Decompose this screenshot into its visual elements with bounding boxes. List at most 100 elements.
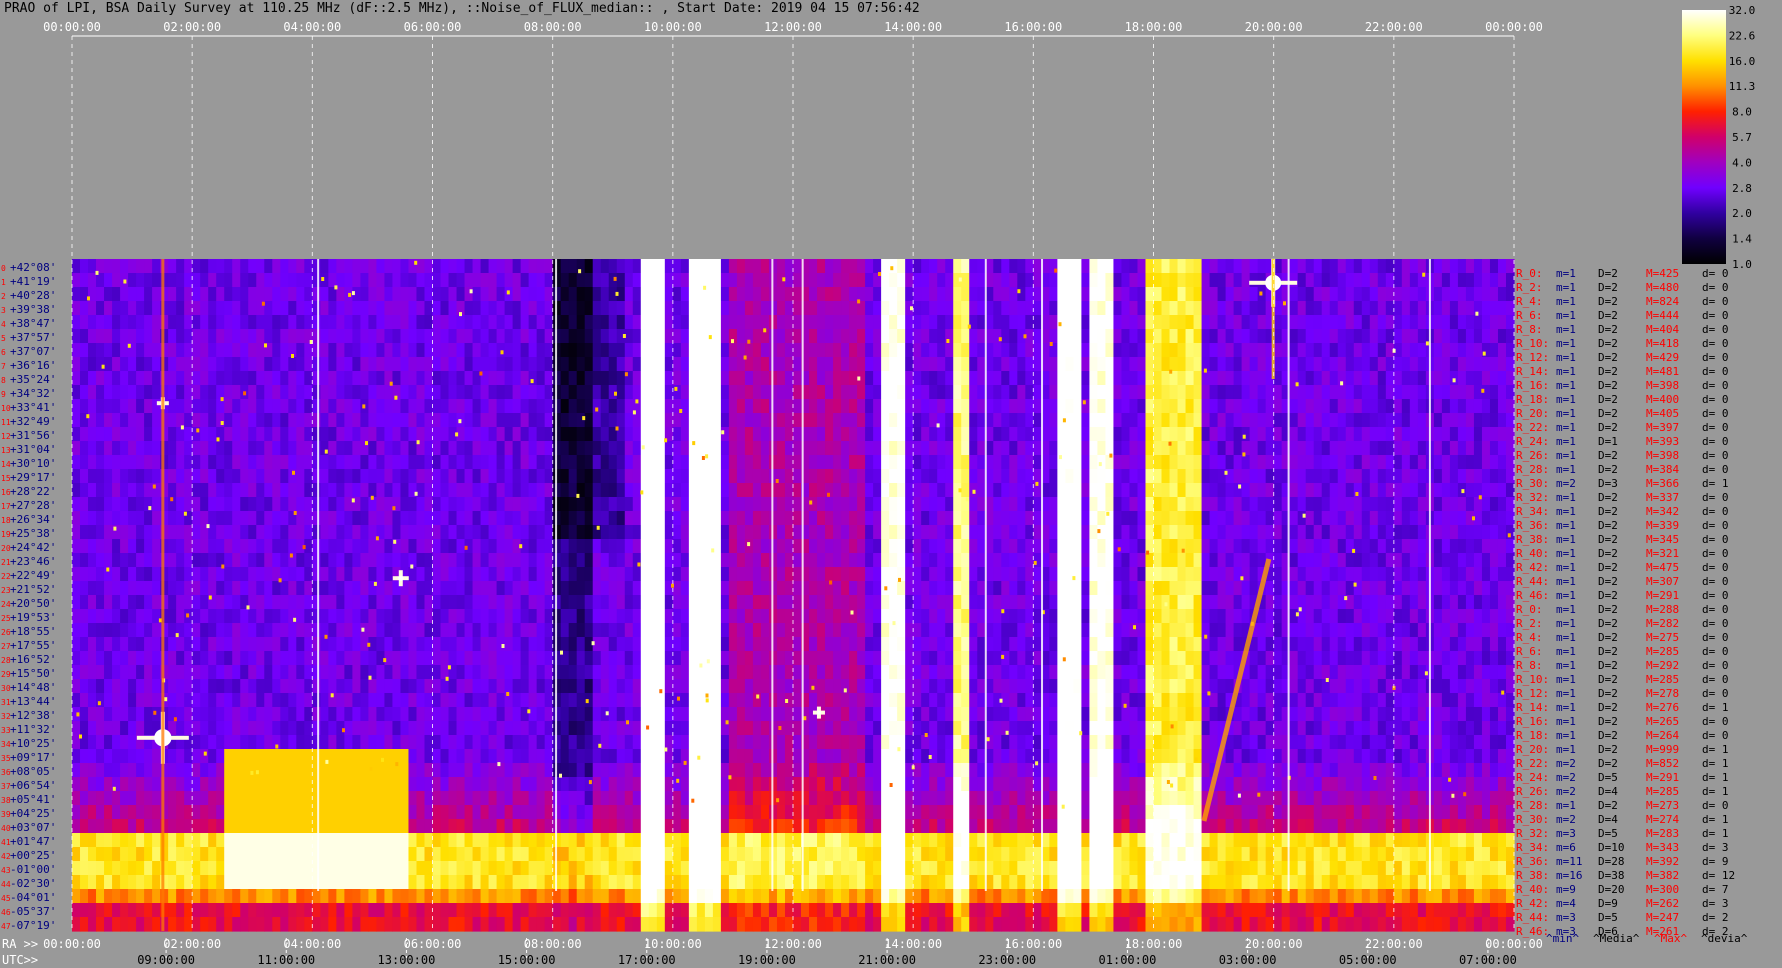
heatmap-cell <box>672 259 682 274</box>
heatmap-cell <box>496 399 506 414</box>
heatmap-cell <box>1497 497 1507 512</box>
heatmap-cell <box>1409 357 1419 372</box>
heatmap-cell <box>784 273 794 288</box>
heatmap-cell <box>136 539 145 554</box>
heatmap-cell <box>1033 469 1042 484</box>
heatmap-cell <box>648 357 658 372</box>
heatmap-cell <box>937 483 946 498</box>
heatmap-cell <box>1465 273 1475 288</box>
heatmap-cell <box>328 343 337 358</box>
heatmap-cell <box>1377 399 1387 414</box>
heatmap-cell <box>504 273 514 288</box>
heatmap-cell <box>256 357 265 372</box>
heatmap-cell <box>544 357 554 372</box>
heatmap-cell <box>1457 315 1467 330</box>
heatmap-cell <box>720 273 730 288</box>
heatmap-cell <box>929 413 938 428</box>
heatmap-cell <box>1353 385 1363 400</box>
heatmap-cell <box>897 441 906 456</box>
heatmap-cell <box>1153 455 1163 470</box>
heatmap-cell <box>696 441 706 456</box>
heatmap-cell <box>696 259 706 274</box>
heatmap-cell <box>1177 455 1187 470</box>
heatmap-cell <box>1505 609 1515 624</box>
heatmap-cell <box>1241 595 1251 610</box>
heatmap-cell <box>1489 399 1499 414</box>
heatmap-cell <box>392 259 402 274</box>
heatmap-cell <box>1089 427 1099 442</box>
heatmap-cell <box>1409 609 1419 624</box>
heatmap-cell <box>392 623 402 638</box>
heatmap-cell <box>1129 511 1139 526</box>
heatmap-cell <box>560 399 570 414</box>
heatmap-cell <box>1001 497 1010 512</box>
heatmap-cell <box>360 259 370 274</box>
heatmap-cell <box>1177 329 1187 344</box>
heatmap-cell <box>256 637 265 652</box>
heatmap-cell <box>528 399 538 414</box>
heatmap-cell <box>1329 343 1339 358</box>
heatmap-cell <box>809 413 818 428</box>
heatmap-cell <box>744 343 754 358</box>
heatmap-cell <box>248 399 257 414</box>
heatmap-cell <box>1433 385 1443 400</box>
heatmap-cell <box>424 511 434 526</box>
heatmap-cell <box>937 329 946 344</box>
heatmap-cell <box>1321 609 1331 624</box>
heatmap-cell <box>488 469 498 484</box>
heatmap-cell <box>1153 385 1163 400</box>
heatmap-cell <box>304 259 313 274</box>
heatmap-cell <box>1465 427 1475 442</box>
heatmap-cell <box>184 581 193 596</box>
heatmap-cell <box>1057 497 1066 512</box>
heatmap-cell <box>448 511 458 526</box>
heatmap-cell <box>881 539 890 554</box>
heatmap-cell <box>817 315 826 330</box>
heatmap-cell <box>576 595 586 610</box>
heatmap-cell <box>232 553 241 568</box>
heatmap-cell <box>1473 259 1483 274</box>
heatmap-cell <box>1249 287 1259 302</box>
heatmap-cell <box>1337 441 1347 456</box>
heatmap-cell <box>120 483 129 498</box>
heatmap-cell <box>1121 525 1131 540</box>
heatmap-cell <box>817 483 826 498</box>
heatmap-cell <box>1409 511 1419 526</box>
heatmap-cell <box>288 357 297 372</box>
heatmap-cell <box>1337 315 1347 330</box>
heatmap-cell <box>1161 483 1171 498</box>
heatmap-cell <box>1017 273 1026 288</box>
heatmap-cell <box>1241 455 1251 470</box>
heatmap-cell <box>504 301 514 316</box>
heatmap-cell <box>1217 483 1227 498</box>
heatmap-cell <box>1345 329 1355 344</box>
heatmap-cell <box>280 287 289 302</box>
heatmap-cell <box>1337 525 1347 540</box>
heatmap-cell <box>176 567 185 582</box>
heatmap-cell <box>96 357 105 372</box>
heatmap-cell <box>1177 595 1187 610</box>
heatmap-cell <box>1169 413 1179 428</box>
heatmap-cell <box>600 385 610 400</box>
heatmap-cell <box>881 399 890 414</box>
heatmap-cell <box>432 469 442 484</box>
heatmap-cell <box>152 497 161 512</box>
heatmap-cell <box>760 357 770 372</box>
heatmap-cell <box>120 637 129 652</box>
heatmap-cell <box>72 329 81 344</box>
heatmap-cell <box>424 371 434 386</box>
heatmap-cell <box>704 483 714 498</box>
heatmap-cell <box>512 329 522 344</box>
heatmap-cell <box>648 315 658 330</box>
heatmap-cell <box>232 273 241 288</box>
heatmap-cell <box>1433 553 1443 568</box>
heatmap-cell <box>1497 539 1507 554</box>
heatmap-cell <box>168 413 177 428</box>
heatmap-cell <box>1217 455 1227 470</box>
heatmap-cell <box>400 595 410 610</box>
heatmap-cell <box>1313 483 1323 498</box>
heatmap-cell <box>584 483 594 498</box>
heatmap-cell <box>320 497 329 512</box>
heatmap-cell <box>1305 609 1315 624</box>
heatmap-cell <box>168 553 177 568</box>
